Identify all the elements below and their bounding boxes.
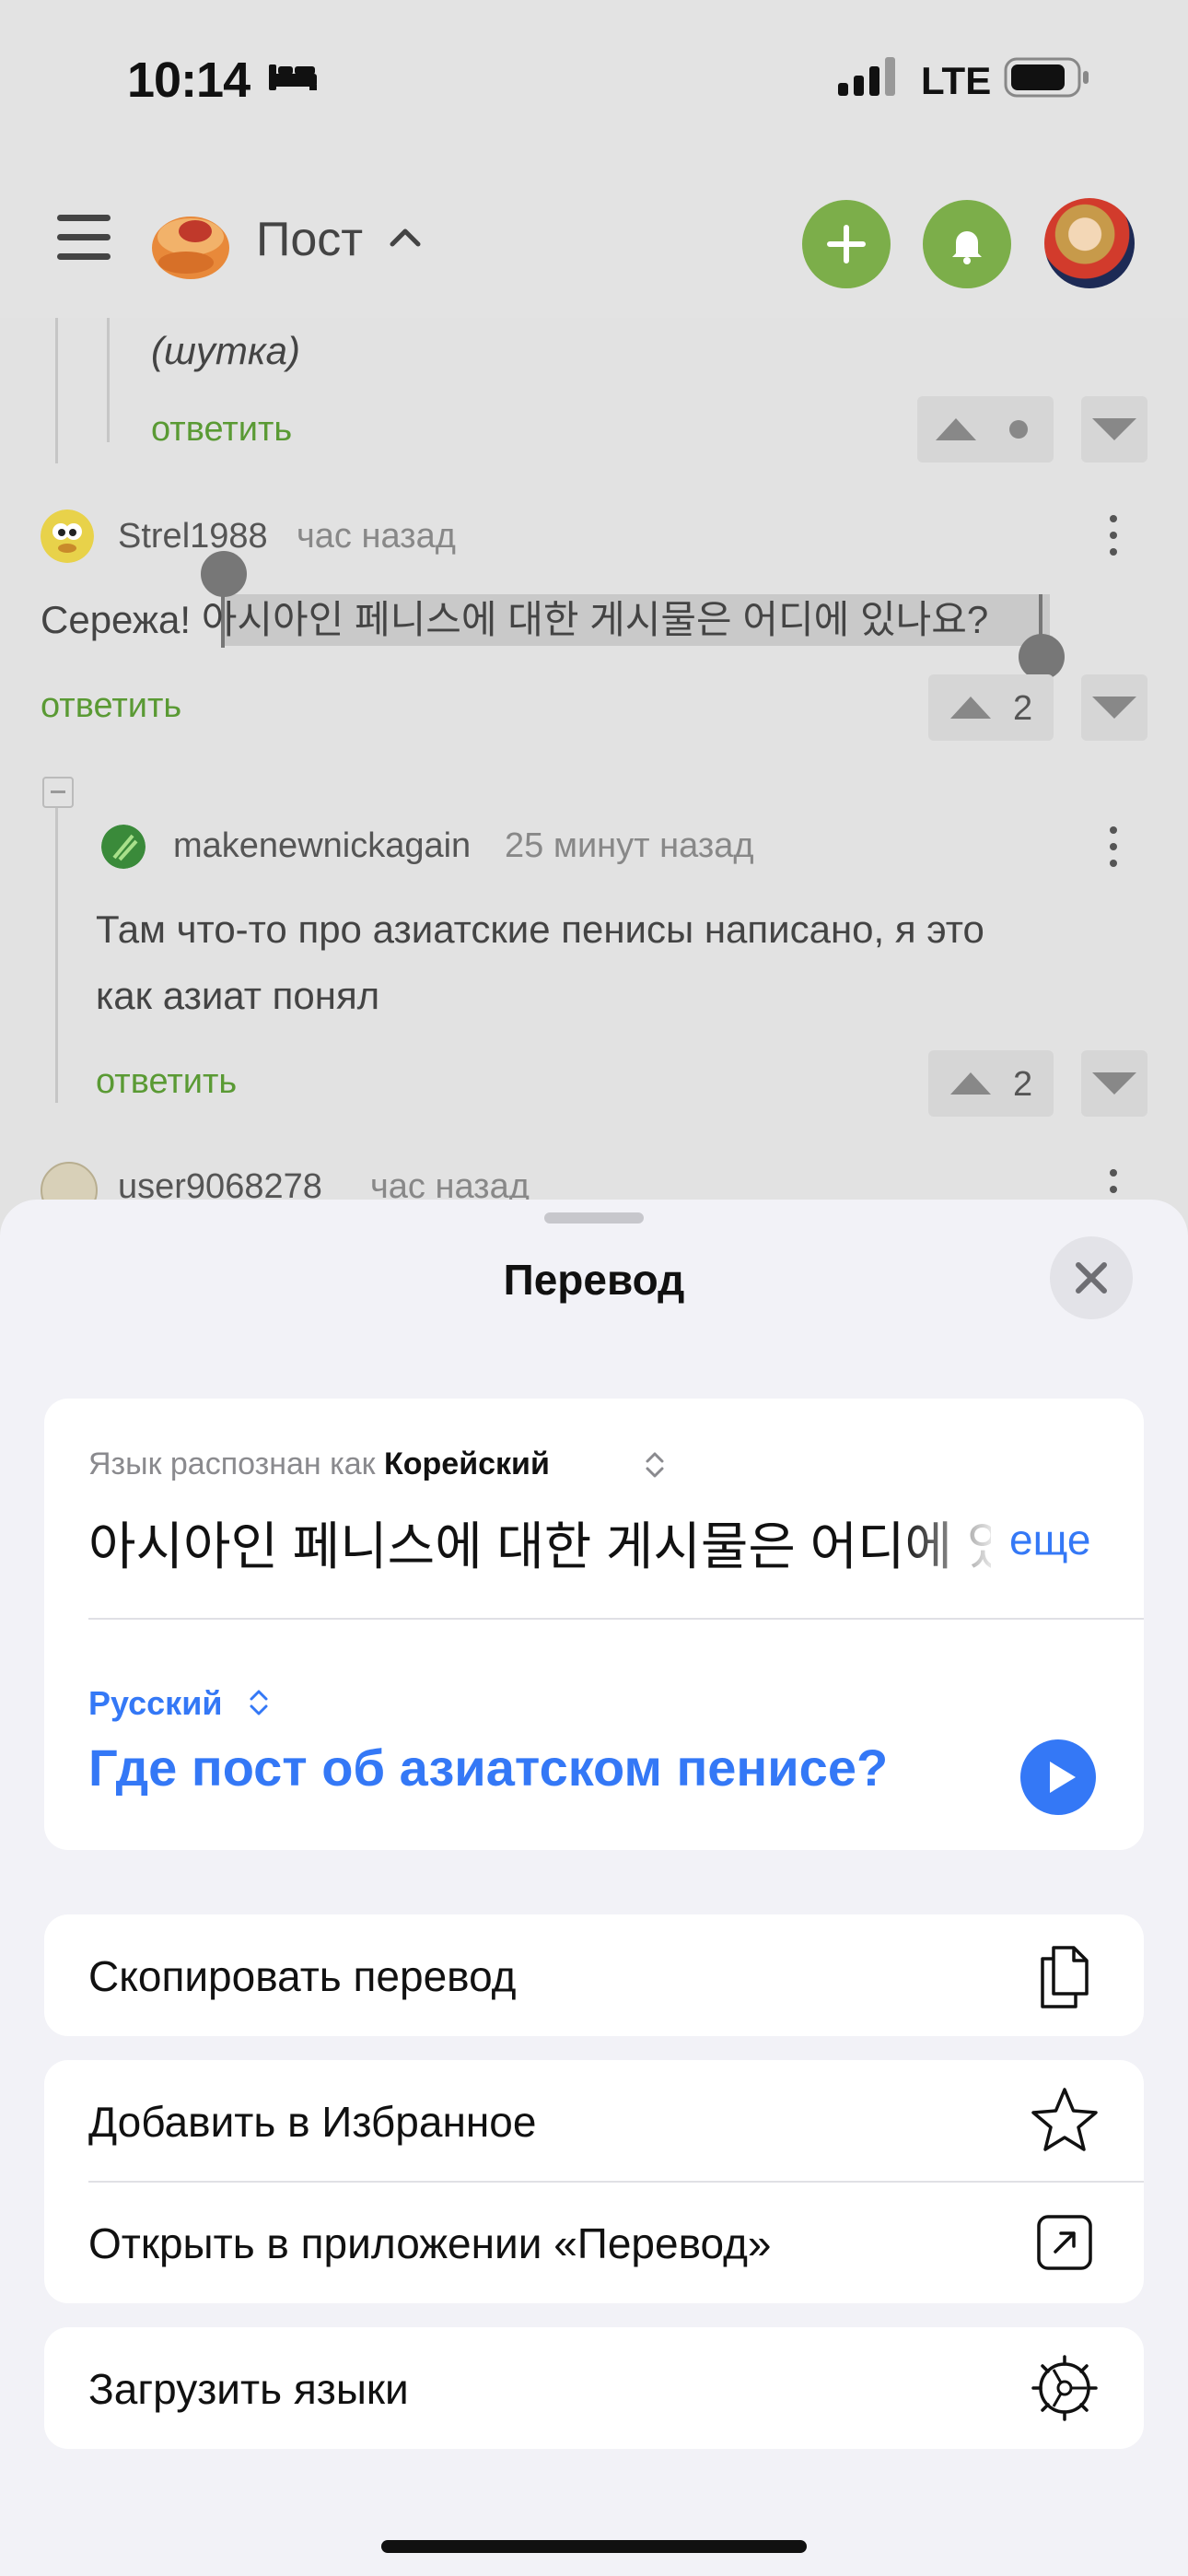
app-header: Пост [0,161,1188,320]
plus-icon [827,225,866,263]
comment-text: Сережа! 아시아인 페니스에 대한 게시물은 어디에 있나요? [41,587,988,653]
chevron-up-down-icon[interactable] [643,1448,667,1481]
sleep-focus-icon [269,64,317,90]
target-language[interactable]: Русский [88,1684,222,1723]
upvote-icon[interactable] [947,693,995,722]
sheet-title: Перевод [503,1256,685,1304]
comments-feed: (шутка) ответить Strel1988 час назад Сер… [0,318,1188,1202]
user-avatar[interactable] [41,509,94,563]
home-indicator[interactable] [381,2540,807,2553]
play-icon [1050,1762,1076,1793]
comment-text-selected: 아시아인 페니스에 대한 게시물은 어디에 있나요 [201,598,967,641]
comment-text-line: Там что-то про азиатские пенисы написано… [96,907,984,951]
detected-language-name: Корейский [384,1446,550,1481]
open-external-icon [1037,2215,1092,2270]
downvote-icon [1092,1072,1136,1095]
copy-translation-row[interactable]: Скопировать перевод [44,1914,1144,2036]
profile-avatar[interactable] [1044,198,1135,288]
battery-icon [1004,57,1089,98]
notifications-button[interactable] [923,200,1011,288]
open-in-translate-label: Открыть в приложении «Перевод» [88,2219,772,2267]
downvote-button[interactable] [1081,396,1147,463]
close-button[interactable] [1050,1236,1133,1319]
detected-language[interactable]: Язык распознан как Корейский [88,1446,550,1482]
source-text: 아시아인 페니스에 대한 게시물은 어디에 있나요? [88,1517,991,1575]
comment-username[interactable]: Strel1988 [118,517,268,556]
chevron-up-down-icon[interactable] [247,1686,271,1719]
comment-text-line: как азиат понял [96,974,380,1017]
sheet-grabber[interactable] [544,1212,644,1224]
comment-text: (шутка) [151,329,301,372]
vote-box [917,396,1054,463]
add-to-favorites-label: Добавить в Избранное [88,2098,537,2146]
downvote-button[interactable] [1081,674,1147,741]
collapse-thread-button[interactable] [42,777,74,808]
comment-time: час назад [297,517,456,556]
vote-box: 2 [928,1050,1054,1117]
translated-text: Где пост об азиатском пенисе? [88,1739,889,1797]
comment-username[interactable]: makenewnickagain [173,826,471,866]
chevron-up-icon[interactable] [389,226,422,248]
add-post-button[interactable] [802,200,891,288]
vote-box: 2 [928,674,1054,741]
reply-link[interactable]: ответить [151,410,292,450]
comment-time: 25 минут назад [505,826,754,865]
status-bar: 10:14 LTE [0,0,1188,161]
user-avatar[interactable] [41,1162,98,1202]
thread-line [55,318,58,463]
vote-neutral-dot [1009,420,1028,439]
star-icon [1031,2088,1098,2151]
open-in-translate-row[interactable]: Открыть в приложении «Перевод» [44,2182,1144,2303]
download-languages-label: Загрузить языки [88,2365,409,2413]
bell-icon [952,231,982,264]
vote-count: 2 [1013,1065,1033,1104]
app-logo[interactable] [149,205,232,281]
menu-icon[interactable] [57,215,111,261]
actions-group: Добавить в Избранное Открыть в приложени… [44,2060,1144,2303]
more-options-icon[interactable] [1110,515,1117,565]
translate-sheet: Перевод Язык распознан как Корейский 아시아… [0,1200,1188,2576]
more-options-icon[interactable] [1110,826,1117,876]
thread-line [107,318,110,442]
comment-time: час назад [370,1167,530,1202]
reply-link[interactable]: ответить [96,1062,237,1102]
thread-line [55,808,58,1103]
detected-language-prefix: Язык распознан как [88,1446,385,1481]
copy-translation-label: Скопировать перевод [88,1952,517,2000]
upvote-icon[interactable] [947,1069,995,1098]
more-options-icon[interactable] [1110,1169,1117,1202]
close-icon [1076,1262,1107,1294]
downvote-icon [1092,697,1136,719]
divider [88,1618,1144,1620]
source-text-fade [901,1500,1002,1574]
comment-text-prefix: Сережа! [41,598,202,641]
play-translation-button[interactable] [1020,1739,1096,1815]
translation-card: Язык распознан как Корейский 아시아인 페니스에 대… [44,1399,1144,1850]
download-languages-icon [1031,2355,1098,2421]
selection-end-bar [1039,594,1042,648]
upvote-icon[interactable] [932,415,980,444]
vote-count: 2 [1013,689,1033,728]
more-link[interactable]: еще [1009,1515,1091,1564]
copy-icon [1041,1946,1089,2008]
reply-link[interactable]: ответить [41,686,181,726]
comment-username[interactable]: user9068278 [118,1167,322,1202]
network-type: LTE [921,59,992,102]
comment-text-suffix: ? [966,598,989,641]
status-time: 10:14 [127,53,250,108]
user-avatar[interactable] [101,825,146,869]
downvote-button[interactable] [1081,1050,1147,1117]
downvote-icon [1092,418,1136,440]
add-to-favorites-row[interactable]: Добавить в Избранное [44,2060,1144,2182]
page-title[interactable]: Пост [256,212,363,267]
download-languages-row[interactable]: Загрузить языки [44,2327,1144,2449]
cellular-signal-icon [838,57,895,96]
